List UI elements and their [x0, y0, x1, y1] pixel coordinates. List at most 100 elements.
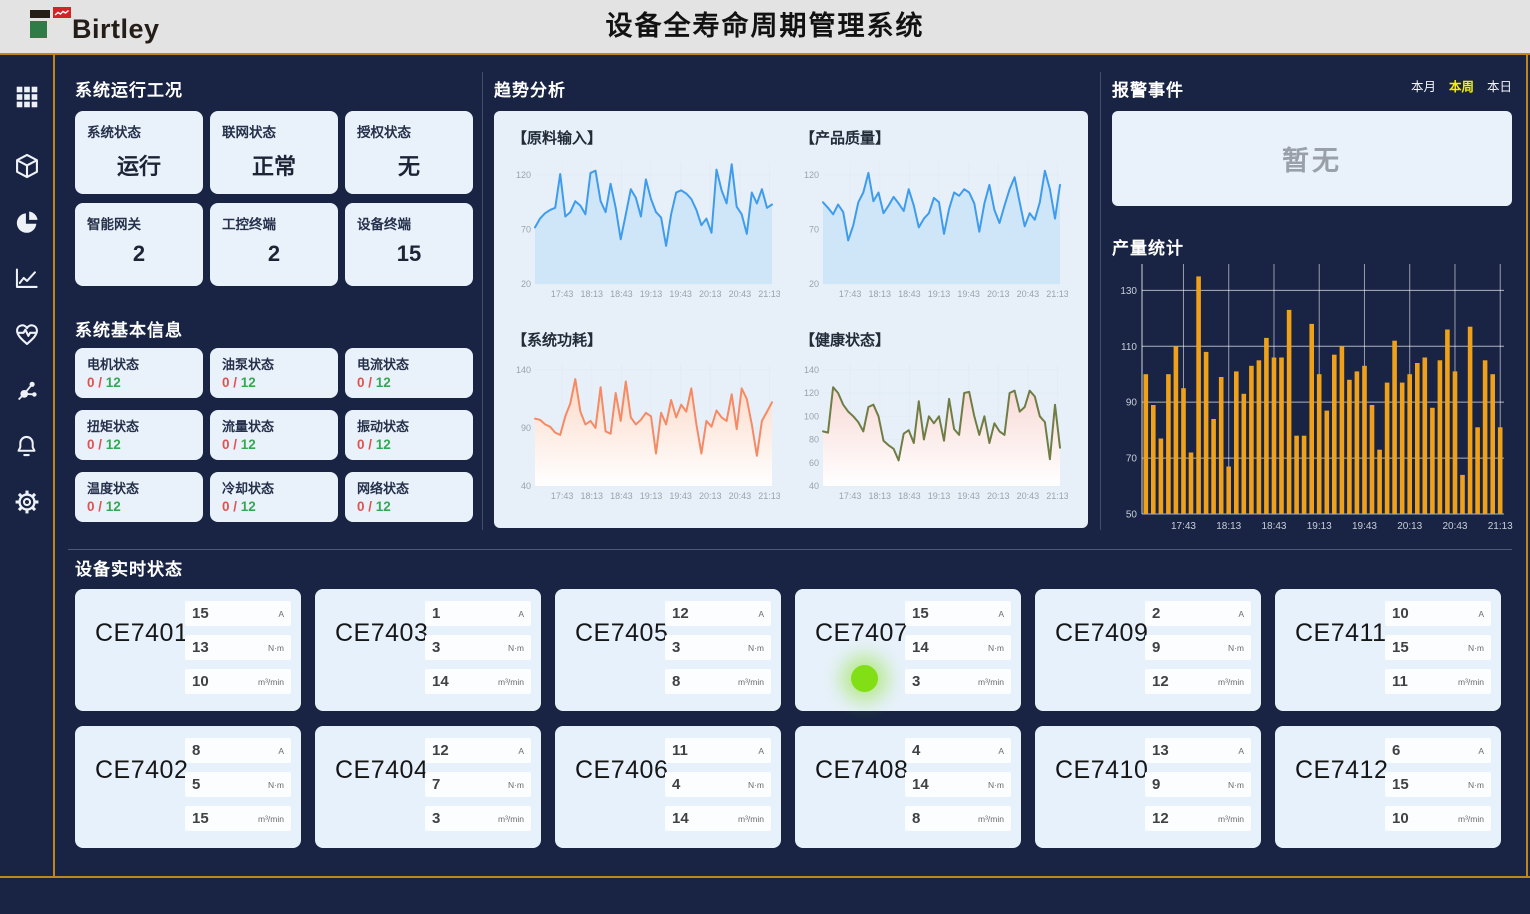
device-cards-grid: CE7401 15 A 13 N·m 10 m³/min CE7403: [75, 589, 1501, 848]
svg-text:21:13: 21:13: [1488, 521, 1513, 532]
sidebar-item-settings[interactable]: [0, 474, 53, 530]
trend-chart-svg: 40 90 140 17:43 18:13 18:43 19:13 19:43 …: [508, 354, 780, 506]
status-card-value: 2: [222, 241, 326, 267]
device-card[interactable]: CE7405 12 A 3 N·m 8 m³/min: [555, 589, 781, 711]
system-status-cards: 系统状态 运行 联网状态 正常 授权状态 无 智能网关 2 工控终端 2 设备终…: [75, 111, 473, 286]
info-card-label: 冷却状态: [222, 478, 326, 497]
svg-text:21:13: 21:13: [758, 491, 780, 501]
device-metric-unit: A: [1478, 746, 1484, 756]
alarm-filter-tab[interactable]: 本日: [1487, 76, 1512, 95]
section-title-production: 产量统计: [1112, 234, 1184, 259]
device-metric: 12 A: [425, 738, 531, 763]
device-metric-value: 3: [672, 639, 680, 656]
svg-text:18:13: 18:13: [1216, 521, 1241, 532]
device-card[interactable]: CE7407 15 A 14 N·m 3 m³/min: [795, 589, 1021, 711]
sidebar-item-apps[interactable]: [0, 69, 53, 125]
device-metric-unit: m³/min: [978, 677, 1004, 687]
device-metric-value: 10: [1392, 810, 1409, 827]
status-card: 智能网关 2: [75, 203, 203, 286]
svg-text:19:13: 19:13: [1307, 521, 1332, 532]
info-card-label: 油泵状态: [222, 354, 326, 373]
device-metric: 15 N·m: [1385, 772, 1491, 797]
svg-text:20:43: 20:43: [729, 491, 752, 501]
device-metric: 8 m³/min: [665, 669, 771, 694]
svg-text:20:13: 20:13: [699, 289, 722, 299]
device-metric-unit: A: [1238, 746, 1244, 756]
device-metric: 12 m³/min: [1145, 806, 1251, 831]
device-metric: 10 m³/min: [1385, 806, 1491, 831]
production-chart-container: 50 70 90 110 130 17:43 18:13 18:43 19:13…: [1112, 260, 1514, 538]
svg-text:19:43: 19:43: [957, 491, 980, 501]
svg-text:18:13: 18:13: [581, 289, 604, 299]
svg-text:20: 20: [521, 279, 531, 289]
device-card[interactable]: CE7402 8 A 5 N·m 15 m³/min: [75, 726, 301, 848]
trend-chart: 【原料输入】 20 70 120 17:43 18:13 18:43 19:13…: [508, 123, 790, 321]
sidebar-divider: [53, 55, 55, 876]
sidebar-item-topology[interactable]: [0, 362, 53, 418]
device-metrics: 13 A 9 N·m 12 m³/min: [1145, 738, 1251, 840]
pie-chart-icon: [14, 209, 40, 235]
device-card[interactable]: CE7406 11 A 4 N·m 14 m³/min: [555, 726, 781, 848]
line-chart-icon: [13, 265, 40, 292]
device-metric-value: 10: [1392, 605, 1409, 622]
device-metric-value: 6: [1392, 742, 1400, 759]
device-name: CE7412: [1295, 756, 1388, 785]
app-header: Birtley 设备全寿命周期管理系统: [0, 0, 1530, 53]
device-metric-value: 3: [912, 673, 920, 690]
info-card-label: 温度状态: [87, 478, 191, 497]
svg-text:18:13: 18:13: [869, 289, 892, 299]
device-metric-unit: N·m: [988, 643, 1004, 653]
device-metric: 7 N·m: [425, 772, 531, 797]
device-metric-unit: A: [278, 746, 284, 756]
device-card[interactable]: CE7404 12 A 7 N·m 3 m³/min: [315, 726, 541, 848]
device-metrics: 2 A 9 N·m 12 m³/min: [1145, 601, 1251, 703]
device-metric: 11 A: [665, 738, 771, 763]
alarm-filter-tab[interactable]: 本周: [1449, 76, 1474, 95]
info-card-value: 0 / 12: [357, 375, 461, 390]
device-card[interactable]: CE7412 6 A 15 N·m 10 m³/min: [1275, 726, 1501, 848]
device-metric: 10 A: [1385, 601, 1491, 626]
device-card[interactable]: CE7408 4 A 14 N·m 8 m³/min: [795, 726, 1021, 848]
device-metric: 14 N·m: [905, 772, 1011, 797]
device-card[interactable]: CE7409 2 A 9 N·m 12 m³/min: [1035, 589, 1261, 711]
sidebar-item-reports[interactable]: [0, 194, 53, 250]
sidebar-item-model[interactable]: [0, 138, 53, 194]
section-title-trend: 趋势分析: [494, 76, 566, 101]
sidebar-item-trends[interactable]: [0, 250, 53, 306]
device-metric-unit: A: [518, 746, 524, 756]
device-metric: 9 N·m: [1145, 635, 1251, 660]
device-card[interactable]: CE7401 15 A 13 N·m 10 m³/min: [75, 589, 301, 711]
device-metric: 12 m³/min: [1145, 669, 1251, 694]
svg-text:110: 110: [1121, 342, 1137, 353]
alarm-filter-tab[interactable]: 本月: [1411, 76, 1436, 95]
section-title-devices: 设备实时状态: [75, 555, 183, 580]
device-name: CE7401: [95, 619, 188, 648]
svg-text:19:13: 19:13: [640, 289, 663, 299]
trend-panel: 【原料输入】 20 70 120 17:43 18:13 18:43 19:13…: [494, 111, 1088, 528]
sidebar-item-health[interactable]: [0, 306, 53, 362]
info-card-label: 电机状态: [87, 354, 191, 373]
device-metrics: 4 A 14 N·m 8 m³/min: [905, 738, 1011, 840]
svg-text:130: 130: [1120, 286, 1137, 297]
alarm-filter-tabs: 本月本周本日: [1112, 76, 1512, 95]
svg-text:70: 70: [521, 225, 531, 235]
bell-icon: [13, 433, 40, 460]
device-metric-value: 3: [432, 810, 440, 827]
device-card[interactable]: CE7403 1 A 3 N·m 14 m³/min: [315, 589, 541, 711]
svg-text:18:43: 18:43: [610, 289, 633, 299]
svg-text:90: 90: [521, 422, 531, 432]
svg-text:19:43: 19:43: [669, 491, 692, 501]
device-metric-unit: A: [1478, 609, 1484, 619]
device-metric-unit: N·m: [268, 780, 284, 790]
sidebar-item-alarms[interactable]: [0, 418, 53, 474]
device-card[interactable]: CE7411 10 A 15 N·m 11 m³/min: [1275, 589, 1501, 711]
device-card[interactable]: CE7410 13 A 9 N·m 12 m³/min: [1035, 726, 1261, 848]
device-metric-value: 3: [432, 639, 440, 656]
device-metric-unit: A: [1238, 609, 1244, 619]
info-card-label: 电流状态: [357, 354, 461, 373]
device-metric: 8 A: [185, 738, 291, 763]
svg-text:70: 70: [809, 225, 819, 235]
svg-text:17:43: 17:43: [551, 289, 574, 299]
info-card: 流量状态 0 / 12: [210, 410, 338, 460]
device-metric-unit: N·m: [508, 643, 524, 653]
